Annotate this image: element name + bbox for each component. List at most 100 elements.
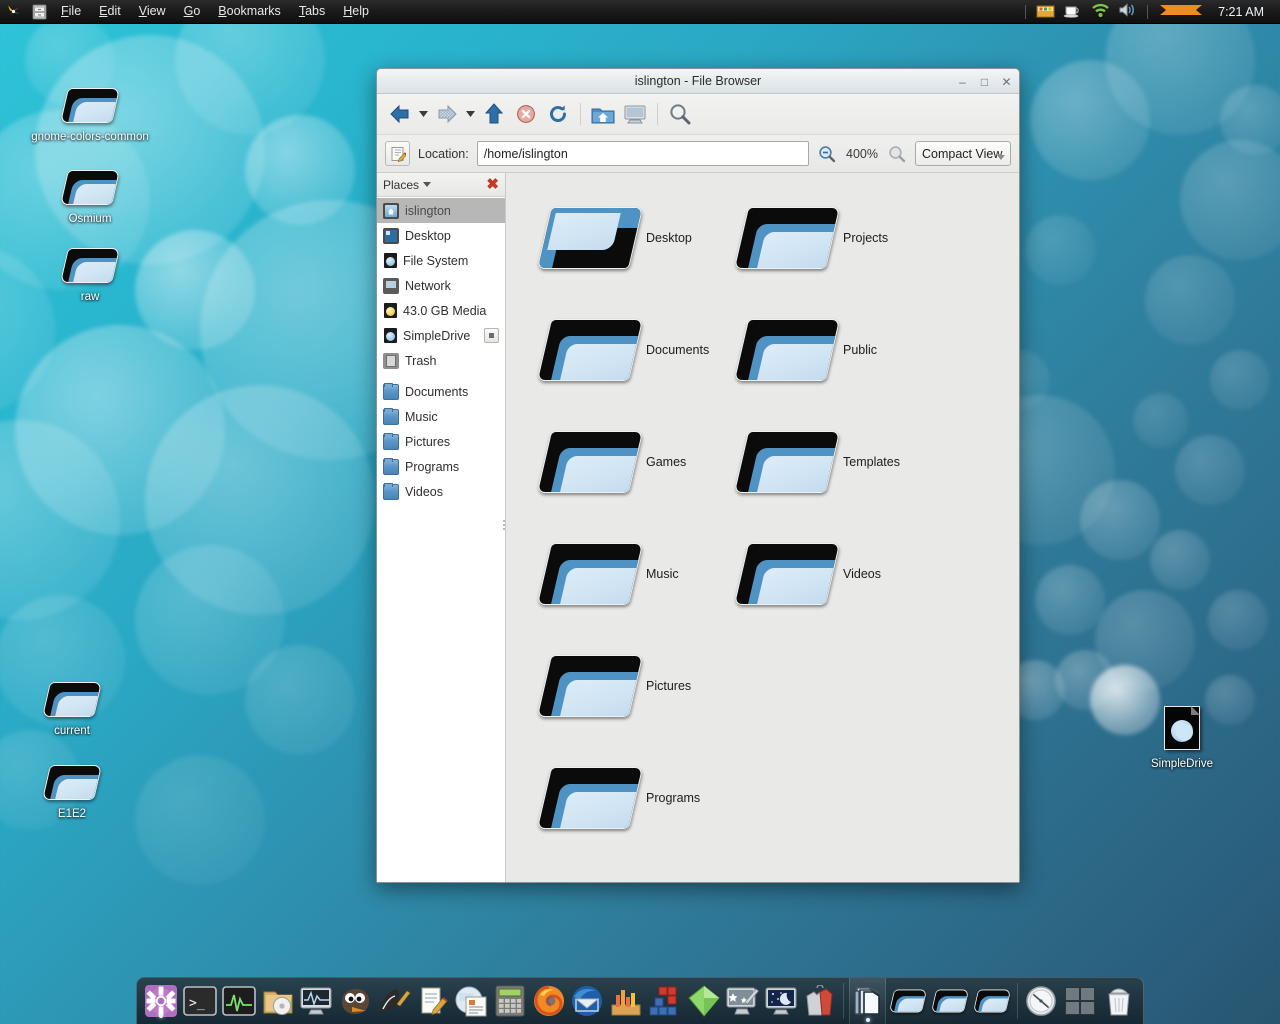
search-icon[interactable] [665,99,695,129]
sidebar-item-videos[interactable]: Videos [377,479,505,504]
file-item-programs[interactable]: Programs [544,767,700,829]
close-button[interactable]: ✕ [1000,75,1013,88]
dock-folder-window-icon-1[interactable] [888,981,928,1021]
desktop-icon-osmium[interactable]: Osmium [30,170,150,226]
menu-item-tabs[interactable]: Tabs [291,1,333,22]
dock-gimp-icon[interactable] [337,981,374,1021]
clock-label[interactable]: 7:21 AM [1212,5,1274,19]
file-item-videos[interactable]: Videos [741,543,881,605]
dock-file-browser-icon[interactable] [849,978,886,1024]
desktop-icon-gnome-colors-common[interactable]: gnome-colors-common [30,88,150,144]
maximize-button[interactable]: □ [978,75,991,88]
sidebar-item-trash[interactable]: Trash [377,348,505,373]
view-mode-select[interactable]: Compact View [915,141,1011,166]
zoom-in-button[interactable] [887,143,907,165]
tray-separator-2 [1147,5,1148,19]
eject-button[interactable] [484,328,499,343]
stop-icon[interactable] [511,99,541,129]
dock-folder-window-icon-3[interactable] [972,981,1012,1021]
desktop-icon-e1e2[interactable]: E1E2 [12,765,132,821]
menu-item-help[interactable]: Help [335,1,377,22]
menu-item-edit[interactable]: Edit [91,1,129,22]
sidebar-item-simpledrive[interactable]: SimpleDrive [377,323,505,348]
location-input[interactable] [477,141,809,166]
file-list-view[interactable]: Desktop Documents Games Music [506,173,1019,882]
sidebar-item-43gb-media[interactable]: 43.0 GB Media [377,298,505,323]
dock-settings-manager-icon[interactable] [143,981,180,1021]
back-history-chevron-down-icon[interactable] [417,99,430,129]
dock-screensaver-icon[interactable] [763,981,800,1021]
forward-history-chevron-down-icon[interactable] [464,99,477,129]
coffee-cup-icon[interactable] [1063,2,1083,21]
sidebar-item-music[interactable]: Music [377,404,505,429]
package-updates-icon[interactable] [1036,2,1055,21]
dock-document-viewer-icon[interactable] [453,981,490,1021]
location-bar: Location: 400% Compact View [377,135,1019,173]
file-browser-window[interactable]: islington - File Browser – □ ✕ [376,68,1020,883]
file-item-pictures[interactable]: Pictures [544,655,691,717]
file-item-desktop[interactable]: Desktop [544,207,692,269]
menu-item-bookmarks[interactable]: Bookmarks [210,1,289,22]
sidebar-item-label: File System [403,254,499,268]
reload-icon[interactable] [543,99,573,129]
dock-folder-window-icon-2[interactable] [930,981,970,1021]
dock-text-editor-icon[interactable] [414,981,451,1021]
sidebar-item-pictures[interactable]: Pictures [377,429,505,454]
places-header[interactable]: Places ✖ [377,173,505,197]
close-sidebar-icon[interactable]: ✖ [486,177,499,192]
menu-item-go[interactable]: Go [176,1,209,22]
dock-system-monitor-icon[interactable] [220,981,257,1021]
dock-terminal-icon[interactable]: >_ [182,981,219,1021]
dock-thunderbird-icon[interactable] [569,981,606,1021]
wifi-signal-icon[interactable] [1091,2,1110,21]
window-controls: – □ ✕ [956,69,1013,94]
file-item-music[interactable]: Music [544,543,679,605]
file-item-templates[interactable]: Templates [741,431,900,493]
forward-arrow-icon[interactable] [432,99,462,129]
zoom-out-button[interactable] [817,143,837,165]
back-arrow-icon[interactable] [385,99,415,129]
sidebar-item-label: Programs [405,460,499,474]
dock-display-settings-icon[interactable] [724,981,761,1021]
file-item-label: Videos [843,567,881,581]
dock-tetris-game-icon[interactable] [647,981,684,1021]
menu-item-file[interactable]: File [53,1,89,22]
menu-item-view[interactable]: View [131,1,174,22]
file-item-projects[interactable]: Projects [741,207,888,269]
dock-inkscape-icon[interactable] [375,981,412,1021]
window-titlebar[interactable]: islington - File Browser – □ ✕ [377,69,1019,94]
sidebar-item-programs[interactable]: Programs [377,454,505,479]
dock-wardrobe-theme-icon[interactable] [801,981,838,1021]
xfce-mouse-icon[interactable] [0,0,26,24]
sidebar-item-network[interactable]: Network [377,273,505,298]
minimize-button[interactable]: – [956,75,969,88]
file-item-public[interactable]: Public [741,319,877,381]
desktop-icon-raw[interactable]: raw [30,248,150,304]
desktop-icon-simpledrive[interactable]: SimpleDrive [1122,706,1242,771]
desktop-icon [383,228,399,244]
dock-trash-icon[interactable] [1100,981,1137,1021]
volume-speaker-icon[interactable] [1118,2,1137,21]
up-arrow-icon[interactable] [479,99,509,129]
dock-spreadsheet-icon[interactable] [608,981,645,1021]
dock-disc-burner-icon[interactable] [259,981,296,1021]
file-item-documents[interactable]: Documents [544,319,709,381]
dock-calculator-icon[interactable] [492,981,529,1021]
orange-ribbon-icon[interactable] [1158,2,1204,21]
bokeh-circle [1210,350,1270,410]
dock-clock-icon[interactable] [1023,981,1060,1021]
sidebar-item-desktop[interactable]: Desktop [377,223,505,248]
dock-task-manager-icon[interactable] [298,981,335,1021]
sidebar-item-islington[interactable]: islington [377,198,505,223]
home-folder-icon[interactable] [588,99,618,129]
computer-icon[interactable] [620,99,650,129]
dock-firefox-icon[interactable] [530,981,567,1021]
sidebar-item-file-system[interactable]: File System [377,248,505,273]
dock-workspace-switcher-icon[interactable] [1062,981,1099,1021]
file-item-games[interactable]: Games [544,431,686,493]
sidebar-item-documents[interactable]: Documents [377,379,505,404]
dock-gem-game-icon[interactable] [685,981,722,1021]
desktop-icon-label: E1E2 [12,808,132,821]
desktop-icon-current[interactable]: current [12,682,132,738]
toggle-path-entry-button[interactable] [385,141,410,166]
